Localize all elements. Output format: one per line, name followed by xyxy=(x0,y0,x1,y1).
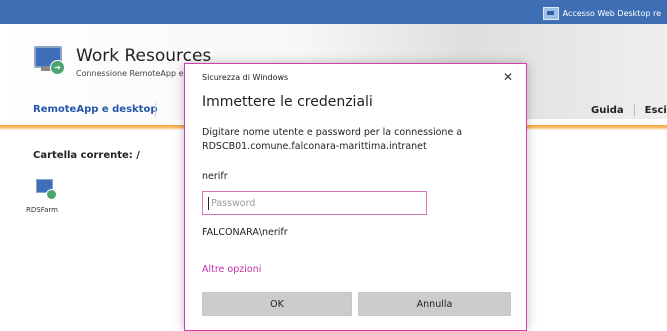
nav-remoteapp-desktop[interactable]: RemoteApp e desktop xyxy=(33,104,158,115)
password-input[interactable] xyxy=(203,192,426,214)
ok-button[interactable]: OK xyxy=(202,292,352,316)
current-folder-label: Cartella corrente: / xyxy=(33,150,140,161)
web-access-link[interactable]: Accesso Web Desktop re xyxy=(542,5,667,21)
dialog-message: Digitare nome utente e password per la c… xyxy=(202,127,463,152)
app-subtitle: Connessione RemoteApp e xyxy=(76,69,184,78)
username-label: nerifr xyxy=(202,171,228,182)
more-options-link[interactable]: Altre opzioni xyxy=(202,264,261,275)
remote-desktop-icon xyxy=(542,6,559,20)
domain-user-label: FALCONARA\nerifr xyxy=(202,227,288,238)
credentials-dialog: Sicurezza di Windows ✕ Immettere le cred… xyxy=(184,63,527,331)
help-link[interactable]: Guida xyxy=(591,105,624,116)
password-field[interactable] xyxy=(202,191,427,215)
web-access-link-label: Accesso Web Desktop re xyxy=(562,8,661,18)
sign-out-link[interactable]: Esci xyxy=(645,105,667,116)
remote-desktop-icon[interactable] xyxy=(35,178,57,200)
dialog-caption: Sicurezza di Windows xyxy=(202,73,289,82)
nav-separator xyxy=(633,104,635,116)
work-resources-logo-icon: ➜ xyxy=(33,44,65,76)
cancel-button[interactable]: Annulla xyxy=(358,292,511,316)
nav-right: Guida Esci xyxy=(591,104,667,116)
close-icon[interactable]: ✕ xyxy=(499,68,517,86)
nav-divider xyxy=(155,103,156,117)
resource-label-rdsfarm[interactable]: RDSFarm xyxy=(26,206,58,214)
top-bar: Accesso Web Desktop re xyxy=(0,0,667,24)
dialog-heading: Immettere le credenziali xyxy=(202,94,373,110)
